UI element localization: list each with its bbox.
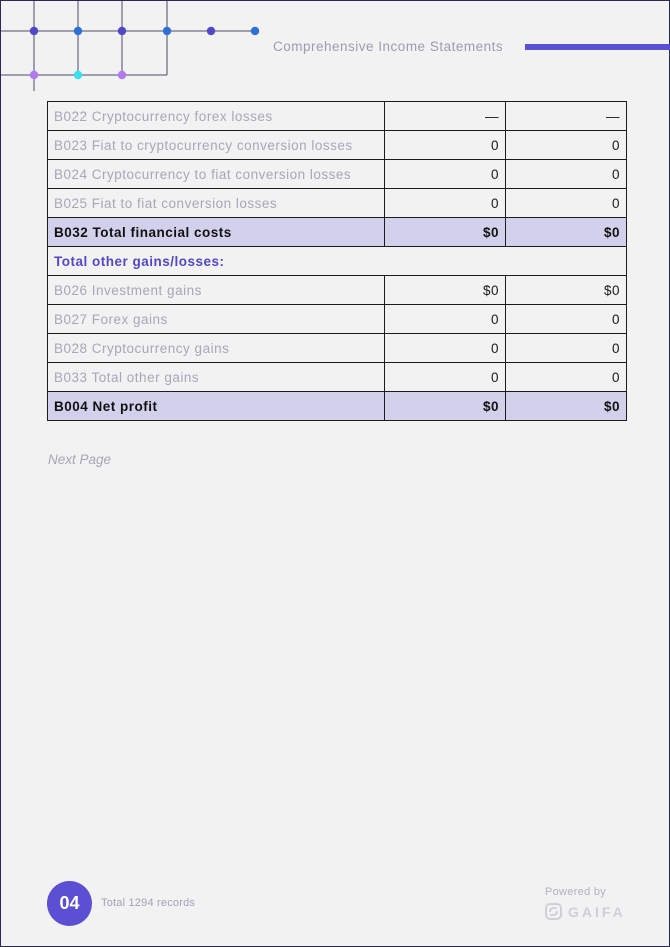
row-label: B033 Total other gains [47,362,385,392]
page-number: 04 [59,893,80,913]
brand-logo: GAIFA [545,903,626,920]
table-row: B027 Forex gains 0 0 [47,304,627,334]
total-value-1: $0 [384,217,506,247]
circuit-node [206,26,216,36]
row-label: B022 Cryptocurrency forex losses [47,101,385,131]
table-row: B022 Cryptocurrency forex losses — — [47,101,627,131]
total-value-2: $0 [505,217,627,247]
circuit-node [162,26,172,36]
table-row: B024 Cryptocurrency to fiat conversion l… [47,159,627,189]
header-accent-bar [525,44,670,50]
table-row: B025 Fiat to fiat conversion losses 0 0 [47,188,627,218]
circuit-node [250,26,260,36]
section-header-label: Total other gains/losses: [47,246,627,276]
gaifa-logo-icon [545,903,562,920]
circuit-decoration [1,1,260,91]
total-label: B004 Net profit [47,391,385,421]
row-value-1: 0 [384,333,506,363]
circuit-node [117,26,127,36]
section-header-row: Total other gains/losses: [47,246,627,276]
circuit-node [29,26,39,36]
row-value-2: 0 [505,362,627,392]
circuit-node [29,70,39,80]
row-value-2: 0 [505,333,627,363]
row-label: B025 Fiat to fiat conversion losses [47,188,385,218]
row-value-2: 0 [505,159,627,189]
row-value-1: $0 [384,275,506,305]
total-label: B032 Total financial costs [47,217,385,247]
powered-by-label: Powered by [545,886,607,898]
table-row: B026 Investment gains $0 $0 [47,275,627,305]
row-label: B023 Fiat to cryptocurrency conversion l… [47,130,385,160]
table-row: B033 Total other gains 0 0 [47,362,627,392]
row-value-2: $0 [505,275,627,305]
total-row: B004 Net profit $0 $0 [47,391,627,421]
row-value-2: 0 [505,130,627,160]
header-title: Comprehensive Income Statements [273,39,504,54]
row-value-1: 0 [384,362,506,392]
next-page-link[interactable]: Next Page [48,452,111,467]
row-value-1: 0 [384,304,506,334]
records-count: Total 1294 records [101,897,196,909]
row-value-1: 0 [384,130,506,160]
page-number-badge: 04 [47,881,92,926]
row-value-2: — [505,101,627,131]
table-row: B028 Cryptocurrency gains 0 0 [47,333,627,363]
circuit-node [117,70,127,80]
row-value-2: 0 [505,188,627,218]
circuit-node [73,26,83,36]
row-label: B024 Cryptocurrency to fiat conversion l… [47,159,385,189]
total-value-1: $0 [384,391,506,421]
total-row: B032 Total financial costs $0 $0 [47,217,627,247]
row-value-2: 0 [505,304,627,334]
circuit-node [73,70,83,80]
brand-name: GAIFA [568,903,626,920]
row-label: B027 Forex gains [47,304,385,334]
row-label: B028 Cryptocurrency gains [47,333,385,363]
table-row: B023 Fiat to cryptocurrency conversion l… [47,130,627,160]
row-value-1: 0 [384,188,506,218]
row-label: B026 Investment gains [47,275,385,305]
total-value-2: $0 [505,391,627,421]
row-value-1: — [384,101,506,131]
income-statement-table: B022 Cryptocurrency forex losses — — B02… [47,101,627,421]
row-value-1: 0 [384,159,506,189]
